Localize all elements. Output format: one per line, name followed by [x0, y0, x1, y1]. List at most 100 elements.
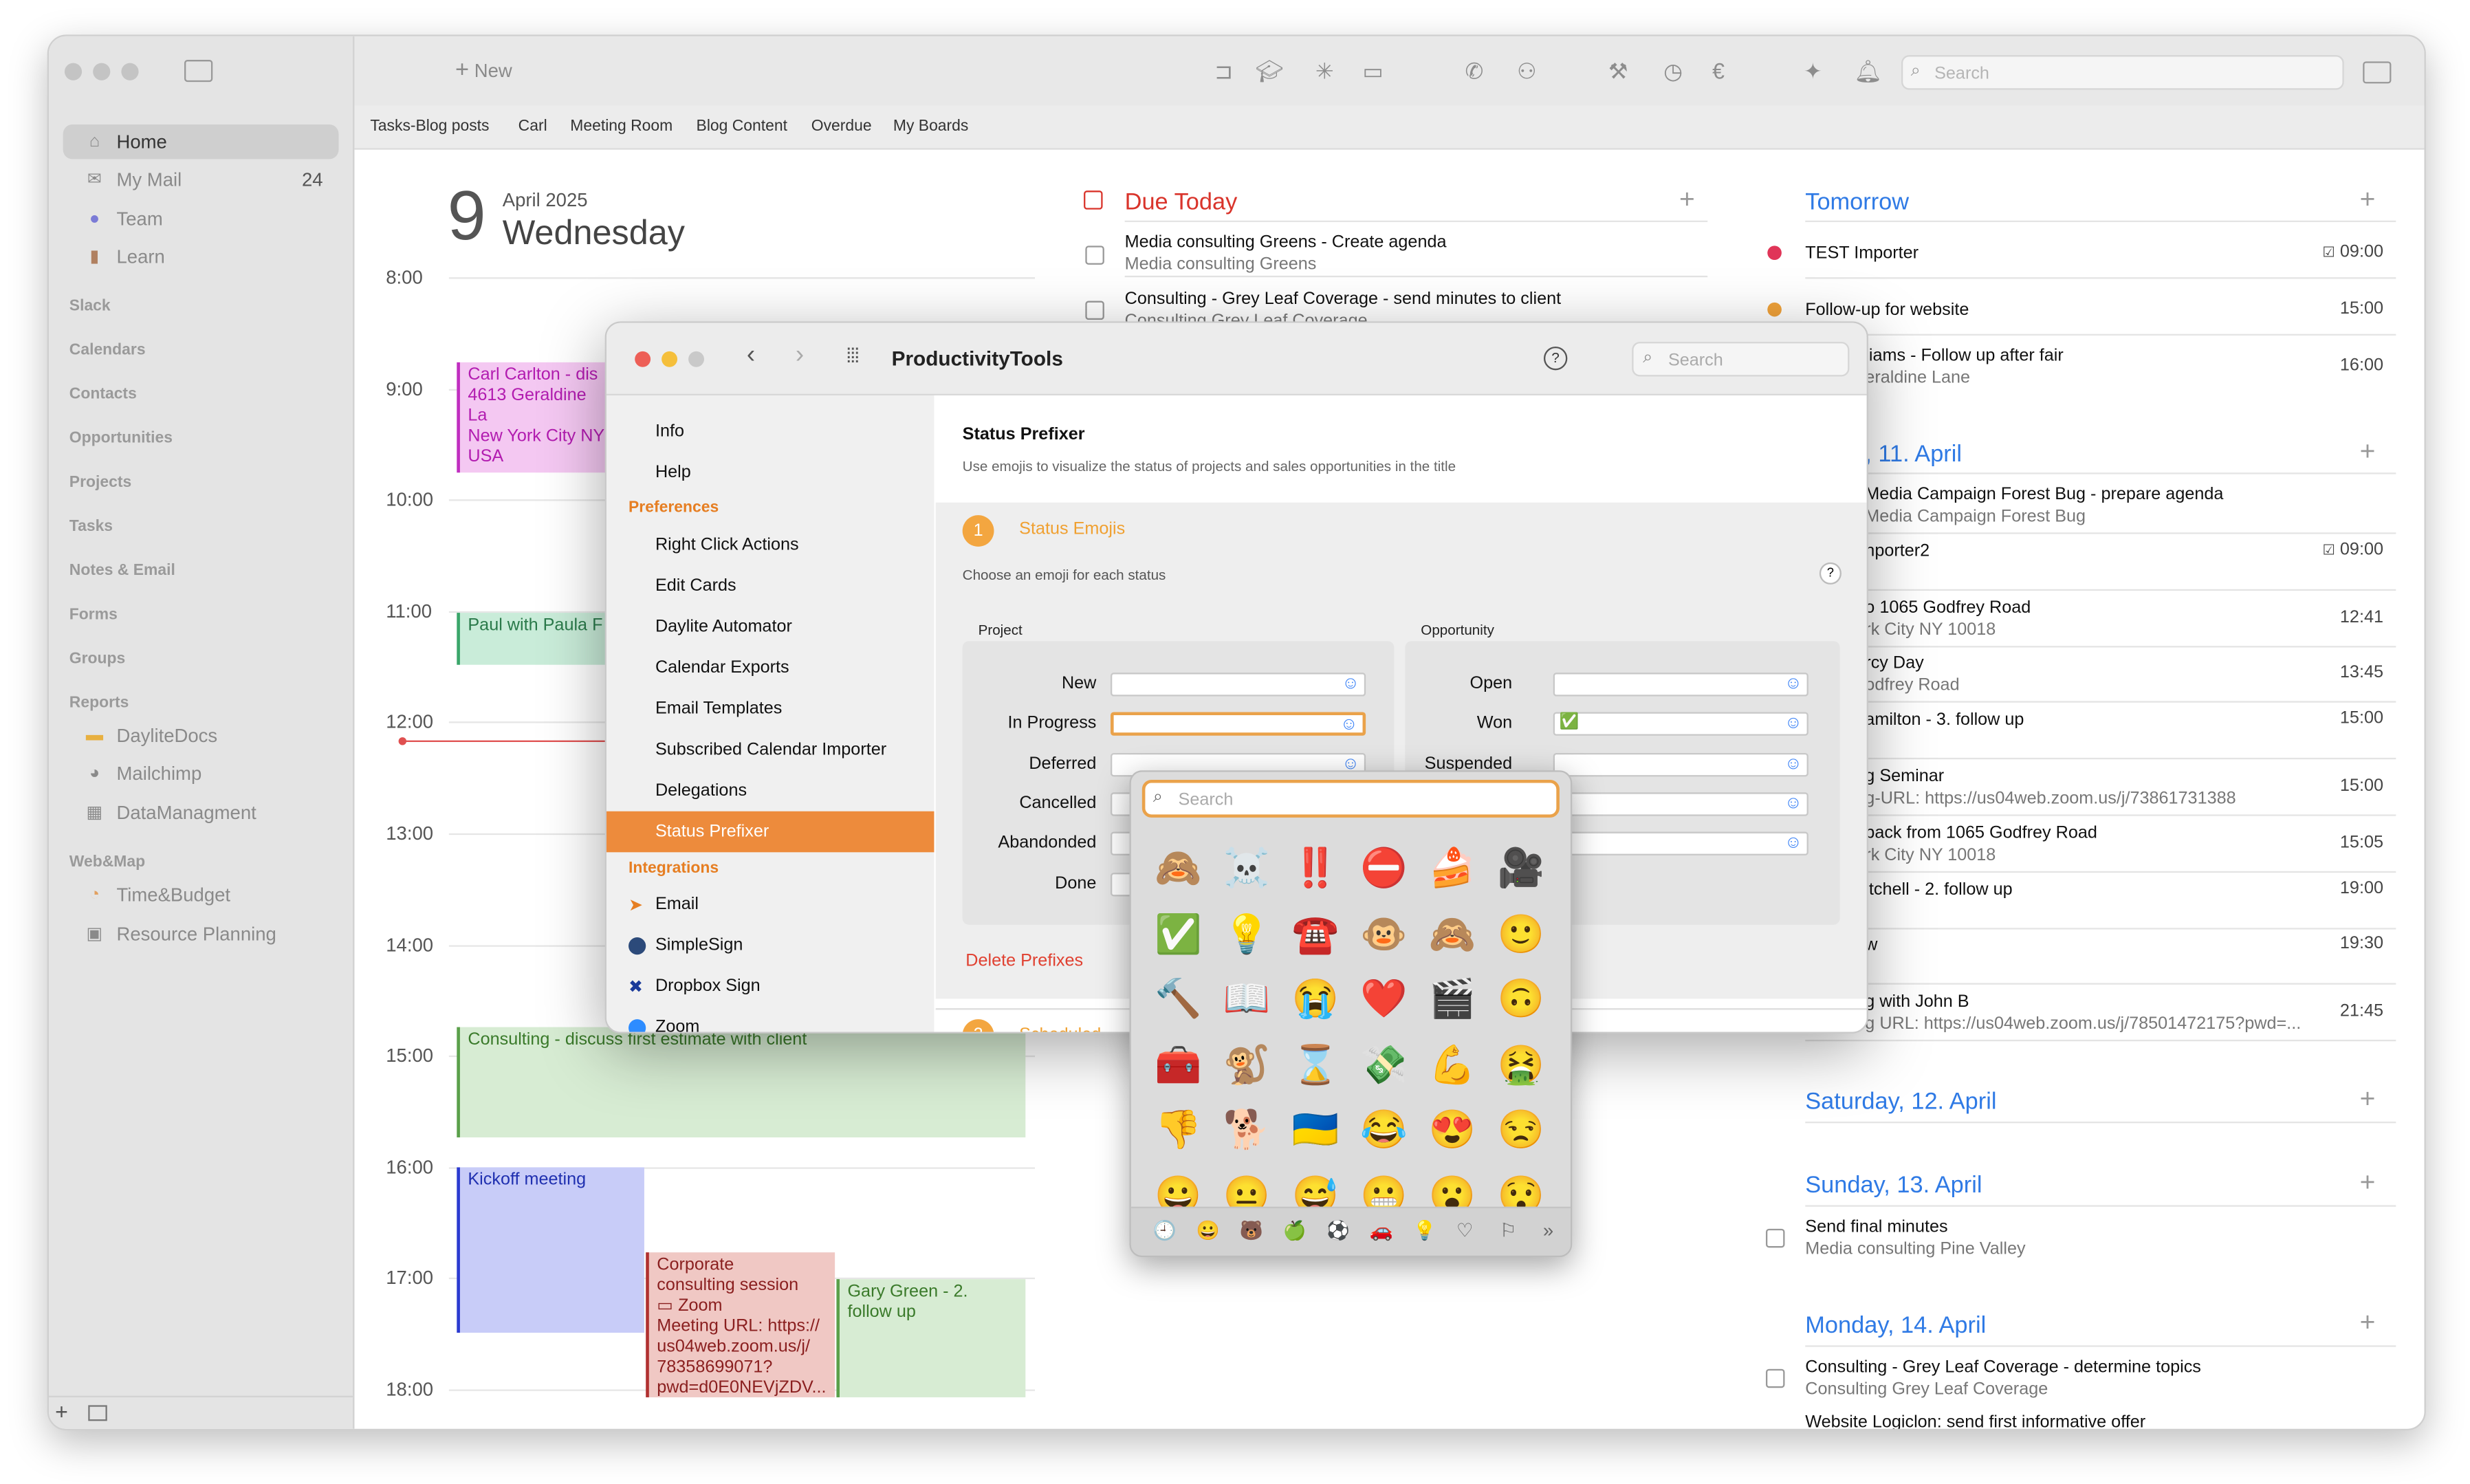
nav-item-email[interactable]: ➤ Email — [606, 884, 934, 925]
emoji-category-objects-icon[interactable]: 💡 — [1413, 1219, 1436, 1241]
emoji-option[interactable]: 🔨 — [1150, 976, 1206, 1024]
sidebar-item-team[interactable]: ● Team — [63, 201, 339, 236]
sparkle-icon[interactable]: ✳ — [1315, 58, 1334, 85]
emoji-option[interactable]: ⛔ — [1355, 846, 1412, 893]
opportunity-emoji-field[interactable]: ✅ ☺ — [1553, 712, 1808, 736]
project-icon[interactable]: ⊐ — [1214, 58, 1233, 85]
event-carl-carlton[interactable]: Carl Carlton - dis 4613 Geraldine La New… — [457, 362, 615, 473]
emoji-option[interactable]: 🙈 — [1150, 846, 1206, 893]
bookmark-meeting-room[interactable]: Meeting Room — [570, 118, 673, 135]
emoji-option[interactable]: 🎥 — [1493, 846, 1549, 893]
dialog-search-field[interactable]: ⌕ Search — [1632, 342, 1850, 377]
forward-chevron-icon[interactable]: › — [796, 342, 804, 370]
minimize-window-button[interactable] — [93, 63, 111, 80]
emoji-option[interactable]: 🐵 — [1355, 911, 1412, 959]
back-chevron-icon[interactable]: ‹ — [747, 342, 755, 370]
nav-item-simplesign[interactable]: SimpleSign — [606, 925, 934, 966]
emoji-option[interactable]: 😍 — [1424, 1107, 1480, 1155]
nav-item-dropbox-sign[interactable]: ✖ Dropbox Sign — [606, 965, 934, 1007]
nav-item-info[interactable]: Info — [606, 411, 934, 452]
emoji-option[interactable]: ❤️ — [1355, 976, 1412, 1024]
event-consulting-estimate[interactable]: Consulting - discuss first estimate with… — [457, 1027, 1026, 1137]
opportunity-emoji-field[interactable]: ☺ — [1553, 752, 1808, 776]
emoji-option[interactable]: 🐒 — [1218, 1042, 1275, 1089]
task-checkbox[interactable] — [1085, 301, 1104, 320]
tomorrow-item[interactable]: Follow-up for website — [1805, 299, 1969, 321]
emoji-option[interactable]: 😭 — [1287, 976, 1344, 1024]
friday-item[interactable]: itchell - 2. follow up — [1865, 878, 2353, 900]
smiley-icon[interactable]: ☺ — [1784, 754, 1802, 772]
event-kickoff-meeting[interactable]: Kickoff meeting — [457, 1167, 644, 1333]
layout-icon[interactable]: ▭ — [1363, 58, 1384, 85]
add-sunday-button[interactable]: + — [2360, 1167, 2376, 1199]
bookmark-tasks-blog-posts[interactable]: Tasks-Blog posts — [370, 118, 489, 135]
nav-item-subscribed-calendar-importer[interactable]: Subscribed Calendar Importer — [606, 730, 934, 771]
emoji-option[interactable]: 🧰 — [1150, 1042, 1206, 1089]
sidebar-item-daylitedocs[interactable]: ▬ DayliteDocs — [63, 719, 339, 753]
toggle-sidebar-icon[interactable] — [184, 60, 213, 83]
bookmark-overdue[interactable]: Overdue — [811, 118, 872, 135]
emoji-category-recent-icon[interactable]: 🕘 — [1153, 1219, 1177, 1241]
sidebar-section-projects[interactable]: Projects — [69, 474, 131, 492]
monday-task[interactable]: Website Logiclon: send first informative… — [1805, 1412, 2145, 1429]
emoji-category-food-icon[interactable]: 🍏 — [1283, 1219, 1307, 1241]
emoji-option[interactable]: 🎬 — [1424, 976, 1480, 1024]
calendar-small-icon[interactable] — [88, 1405, 107, 1421]
search-field[interactable]: ⌕ Search — [1901, 55, 2344, 90]
sidebar-item-my-mail[interactable]: ✉ My Mail 24 — [63, 162, 339, 197]
grid-icon[interactable]: ⁞⁞⁞ — [846, 343, 860, 367]
emoji-option[interactable]: 💡 — [1218, 911, 1275, 959]
sidebar-section-groups[interactable]: Groups — [69, 651, 125, 668]
settings-gear-icon[interactable]: ✦ — [1804, 58, 1822, 85]
emoji-category-activity-icon[interactable]: ⚽ — [1326, 1219, 1350, 1241]
emoji-category-symbols-icon[interactable]: ♡ — [1456, 1219, 1474, 1241]
task-checkbox[interactable] — [1765, 1228, 1785, 1248]
nav-item-right-click-actions[interactable]: Right Click Actions — [606, 525, 934, 566]
nav-item-delegations[interactable]: Delegations — [606, 770, 934, 811]
toggle-inspector-icon[interactable] — [2363, 61, 2392, 84]
smiley-icon[interactable]: ☺ — [1784, 794, 1802, 812]
friday-item[interactable]: Media Campaign Forest Bug - prepare agen… — [1865, 483, 2353, 527]
emoji-category-animals-icon[interactable]: 🐻 — [1240, 1219, 1263, 1241]
emoji-option[interactable]: 💪 — [1424, 1042, 1480, 1089]
event-corporate-consulting[interactable]: Corporate consulting session ▭ Zoom Meet… — [646, 1252, 835, 1397]
tomorrow-item[interactable]: liams - Follow up after fair eraldine La… — [1865, 345, 2063, 389]
bookmark-my-boards[interactable]: My Boards — [893, 118, 968, 135]
emoji-option[interactable]: ✅ — [1150, 911, 1206, 959]
sidebar-item-resource-planning[interactable]: ▣ Resource Planning — [63, 917, 339, 951]
event-gary-green[interactable]: Gary Green - 2. follow up — [836, 1279, 1026, 1397]
close-window-button[interactable] — [64, 63, 83, 80]
emoji-option[interactable]: 🐕 — [1218, 1107, 1275, 1155]
opportunity-emoji-field[interactable]: ☺ — [1553, 831, 1808, 856]
nav-item-zoom[interactable]: Zoom — [606, 1007, 934, 1032]
help-icon[interactable]: ? — [1819, 562, 1841, 585]
emoji-category-more-icon[interactable]: » — [1543, 1219, 1553, 1241]
sidebar-section-notes-email[interactable]: Notes & Email — [69, 563, 175, 580]
emoji-option[interactable]: 🍰 — [1424, 846, 1480, 893]
emoji-category-flags-icon[interactable]: ⚐ — [1500, 1219, 1517, 1241]
friday-item[interactable]: nporter2 — [1865, 540, 2353, 562]
sunday-task[interactable]: Send final minutes Media consulting Pine… — [1805, 1216, 2025, 1260]
nav-item-email-templates[interactable]: Email Templates — [606, 688, 934, 730]
emoji-option[interactable]: ‼️ — [1287, 846, 1344, 893]
timer-icon[interactable]: ◷ — [1663, 58, 1683, 85]
task-checkbox[interactable] — [1085, 245, 1104, 265]
sidebar-item-time-budget[interactable]: ◔ Time&Budget — [63, 877, 339, 912]
event-paul-with-paula[interactable]: Paul with Paula F — [457, 613, 615, 665]
add-icon[interactable]: + — [55, 1399, 68, 1424]
tool-icon[interactable]: ⚒ — [1608, 58, 1628, 85]
emoji-option[interactable]: 👎 — [1150, 1107, 1206, 1155]
sidebar-item-datamanagment[interactable]: ▦ DataManagment — [63, 796, 339, 830]
help-icon[interactable]: ? — [1543, 346, 1568, 371]
sidebar-item-learn[interactable]: ▮ Learn — [63, 239, 339, 274]
smiley-icon[interactable]: ☺ — [1340, 716, 1358, 734]
contacts-icon[interactable]: ⚇ — [1517, 58, 1537, 85]
friday-item[interactable]: back from 1065 Godfrey Road rk City NY 10… — [1865, 822, 2353, 866]
smiley-icon[interactable]: ☺ — [1342, 674, 1359, 692]
emoji-option[interactable]: 🙂 — [1493, 911, 1549, 959]
emoji-category-travel-icon[interactable]: 🚗 — [1370, 1219, 1393, 1241]
dialog-zoom-button[interactable] — [688, 351, 704, 367]
smiley-icon[interactable]: ☺ — [1784, 674, 1802, 692]
dialog-close-button[interactable] — [635, 351, 651, 367]
bell-icon[interactable]: 🔔︎ — [1854, 58, 1882, 85]
